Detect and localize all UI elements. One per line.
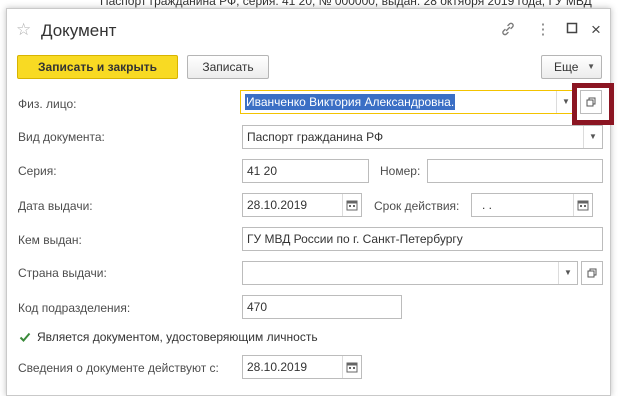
highlight-frame [572, 83, 614, 125]
save-and-close-button[interactable]: Записать и закрыть [17, 55, 178, 79]
dept-code-value: 470 [247, 300, 268, 314]
issue-date-input[interactable]: 28.10.2019 [242, 193, 362, 217]
person-value: Иванченко Виктория Александровна. [245, 94, 456, 110]
title-bar: ☆ Документ ⋮ × [7, 9, 610, 53]
calendar-icon[interactable] [573, 194, 592, 216]
issued-by-label: Кем выдан: [18, 233, 82, 247]
close-icon[interactable]: × [587, 21, 605, 39]
valid-from-value: 28.10.2019 [247, 360, 308, 374]
dropdown-arrow-icon[interactable]: ▼ [558, 262, 577, 284]
background-window-text: Паспорт гражданина РФ, серия: 41 20, № 0… [100, 0, 592, 8]
calendar-icon[interactable] [342, 194, 361, 216]
identity-checkbox-label[interactable]: Является документом, удостоверяющим личн… [37, 330, 318, 344]
issued-by-input[interactable]: ГУ МВД России по г. Санкт-Петербургу [242, 227, 603, 251]
person-label: Физ. лицо: [18, 97, 77, 111]
number-input[interactable] [427, 159, 603, 183]
issue-date-value: 28.10.2019 [247, 198, 308, 212]
toolbar: Записать и закрыть Записать Еще ▼ [7, 53, 610, 83]
doc-type-label: Вид документа: [18, 130, 105, 144]
more-button[interactable]: Еще ▼ [541, 55, 602, 79]
country-select[interactable]: ▼ [242, 261, 578, 285]
background-strip [611, 0, 629, 394]
valid-from-input[interactable]: 28.10.2019 [242, 355, 362, 379]
expiry-input[interactable]: . . [471, 193, 593, 217]
more-button-label: Еще [554, 60, 579, 74]
issued-by-value: ГУ МВД России по г. Санкт-Петербургу [247, 232, 463, 246]
calendar-icon[interactable] [342, 356, 361, 378]
valid-from-label: Сведения о документе действуют с: [18, 361, 219, 375]
expiry-label: Срок действия: [374, 199, 460, 213]
chevron-down-icon: ▼ [587, 62, 595, 71]
doc-type-value: Паспорт гражданина РФ [247, 130, 384, 144]
dept-code-input[interactable]: 470 [242, 295, 402, 319]
series-input[interactable]: 41 20 [242, 159, 369, 183]
document-dialog: ☆ Документ ⋮ × Записать и закрыть Записа… [6, 8, 614, 396]
identity-checkbox-checkmark-icon[interactable] [19, 331, 31, 343]
series-label: Серия: [18, 164, 57, 178]
series-value: 41 20 [247, 164, 278, 178]
window-title: Документ [41, 21, 117, 40]
dropdown-arrow-icon[interactable]: ▼ [583, 126, 602, 148]
favorite-star-icon[interactable]: ☆ [16, 20, 31, 40]
issue-date-label: Дата выдачи: [18, 199, 93, 213]
expiry-value: . . [482, 198, 493, 212]
maximize-icon[interactable] [563, 21, 581, 39]
open-copy-icon [587, 268, 597, 278]
country-label: Страна выдачи: [18, 266, 107, 280]
doc-type-select[interactable]: Паспорт гражданина РФ ▼ [242, 125, 603, 149]
more-vertical-icon[interactable]: ⋮ [534, 21, 552, 39]
link-icon[interactable] [499, 21, 517, 39]
save-button[interactable]: Записать [187, 55, 269, 79]
dept-code-label: Код подразделения: [18, 301, 131, 315]
number-label: Номер: [380, 164, 421, 178]
open-country-button[interactable] [581, 261, 603, 285]
person-field[interactable]: Иванченко Виктория Александровна. ▼ [240, 90, 576, 114]
